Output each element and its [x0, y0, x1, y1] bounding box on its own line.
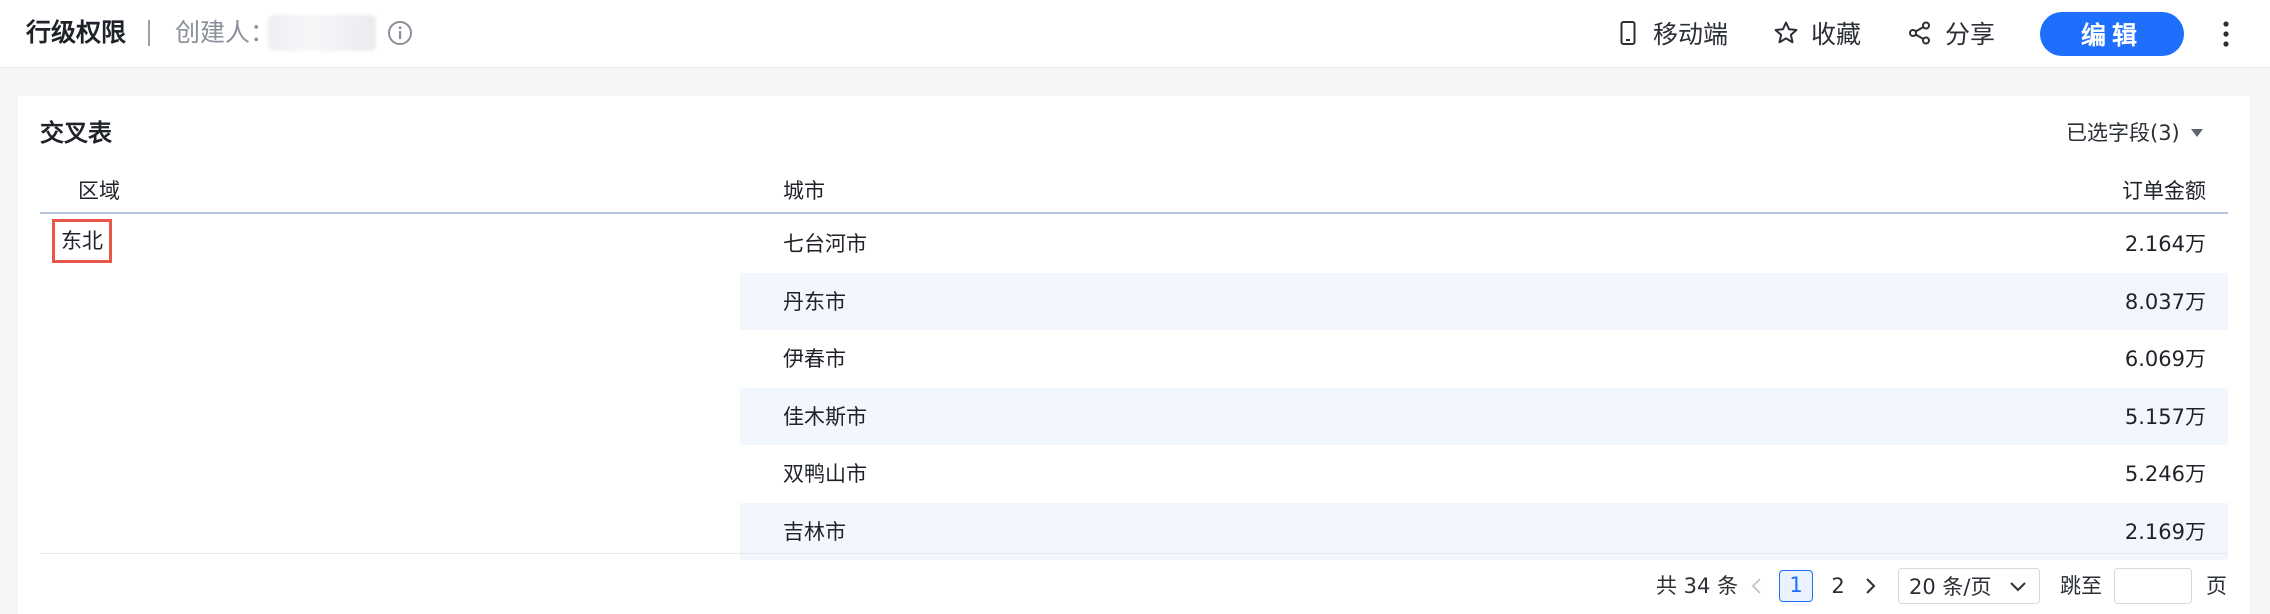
page-size-value: 20 条/页 [1909, 575, 1992, 599]
chevron-left-icon[interactable] [1745, 568, 1767, 604]
page-title: 行级权限 [26, 18, 127, 47]
table-row[interactable]: 双鸭山市 5.246万 [740, 445, 2228, 503]
jump-label: 跳至 [2060, 574, 2102, 598]
page-unit-label: 页 [2206, 574, 2227, 598]
chevron-down-icon [2010, 582, 2026, 592]
jump-page-input[interactable] [2114, 568, 2192, 604]
star-icon [1774, 21, 1798, 44]
table-row[interactable]: 佳木斯市 5.157万 [740, 387, 2228, 445]
favorite-button[interactable]: 收藏 [1773, 13, 1861, 53]
amount-cell: 6.069万 [2124, 347, 2206, 371]
mobile-label: 移动端 [1653, 20, 1729, 49]
table-header: 区域 城市 订单金额 [40, 168, 2228, 214]
caret-down-icon [2190, 129, 2203, 137]
column-header-city[interactable]: 城市 [783, 176, 825, 206]
share-icon [1909, 21, 1930, 45]
pagination-total: 共 34 条 [1656, 574, 1739, 598]
table-row[interactable]: 伊春市 6.069万 [740, 330, 2228, 388]
selected-fields-label: 已选字段(3) [2066, 121, 2180, 145]
page-size-select[interactable]: 20 条/页 [1898, 568, 2040, 604]
page-button-1[interactable]: 1 [1779, 570, 1813, 602]
table-bottom-border [40, 553, 2228, 554]
creator-name-redacted [268, 15, 376, 51]
chevron-right-icon[interactable] [1858, 568, 1882, 604]
favorite-label: 收藏 [1811, 20, 1862, 49]
creator-label: 创建人： [175, 18, 276, 47]
amount-cell: 5.246万 [2124, 462, 2206, 486]
amount-cell: 8.037万 [2124, 289, 2206, 314]
selected-fields-dropdown[interactable]: 已选字段(3) [2066, 118, 2204, 148]
column-header-region[interactable]: 区域 [78, 176, 120, 206]
page-button-2[interactable]: 2 [1826, 568, 1850, 604]
info-icon[interactable] [387, 20, 413, 46]
mobile-icon [1620, 21, 1636, 45]
city-cell: 伊春市 [783, 347, 846, 371]
mobile-button[interactable]: 移动端 [1615, 13, 1728, 53]
share-label: 分享 [1945, 20, 1996, 49]
title-divider [148, 20, 150, 46]
crosstab-card: 交叉表 已选字段(3) 区域 城市 订单金额 东北 七台河市 2.164万 丹东… [18, 96, 2250, 614]
table-row[interactable]: 丹东市 8.037万 [740, 272, 2228, 330]
edit-button[interactable]: 编辑 [2040, 12, 2184, 56]
city-cell: 吉林市 [783, 519, 846, 544]
column-header-amount[interactable]: 订单金额 [2122, 176, 2206, 206]
more-options-icon[interactable] [2214, 18, 2238, 50]
card-title: 交叉表 [40, 119, 112, 147]
share-button[interactable]: 分享 [1907, 13, 1995, 53]
amount-cell: 5.157万 [2124, 404, 2206, 429]
table-body: 七台河市 2.164万 丹东市 8.037万 伊春市 6.069万 佳木斯市 5… [740, 215, 2228, 560]
city-cell: 丹东市 [783, 289, 846, 314]
amount-cell: 2.169万 [2124, 519, 2206, 544]
amount-cell: 2.164万 [2124, 232, 2206, 256]
table-row[interactable]: 吉林市 2.169万 [740, 502, 2228, 560]
table-row[interactable]: 七台河市 2.164万 [740, 215, 2228, 273]
city-cell: 双鸭山市 [783, 462, 867, 486]
city-cell: 佳木斯市 [783, 404, 867, 429]
top-bar: 行级权限 创建人： 移动端 收藏 分享 编辑 [0, 0, 2270, 68]
region-cell[interactable]: 东北 [52, 219, 112, 263]
city-cell: 七台河市 [783, 232, 867, 256]
